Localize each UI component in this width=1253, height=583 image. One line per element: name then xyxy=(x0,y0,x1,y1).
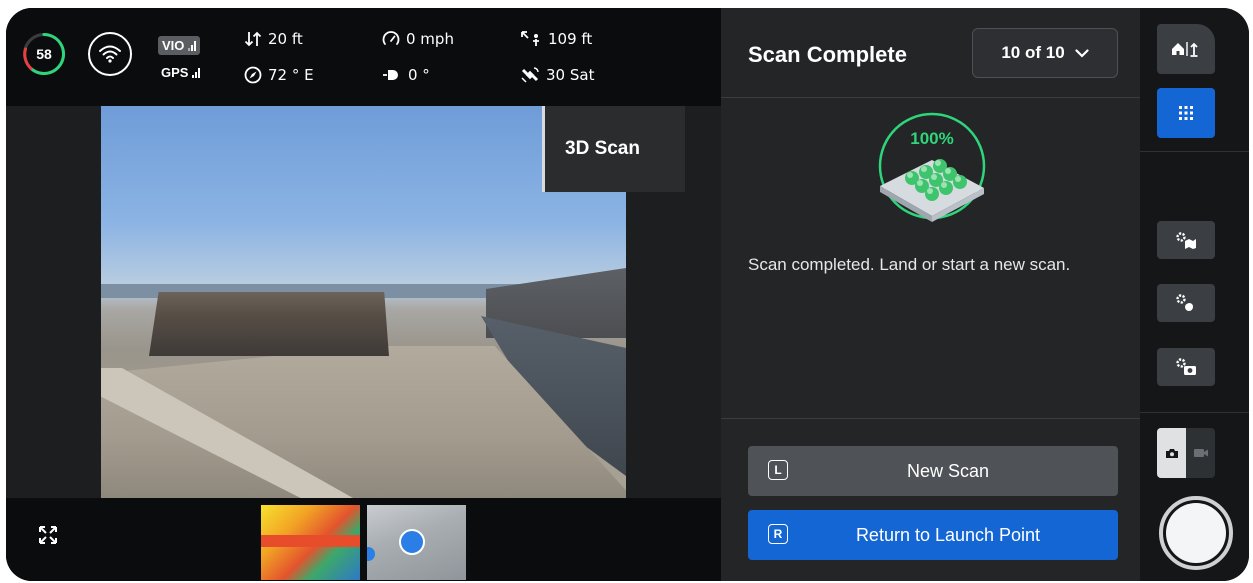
settings-map-icon xyxy=(1176,232,1196,249)
vio-status: VIO xyxy=(158,36,201,55)
photo-mode-option[interactable] xyxy=(1157,428,1186,478)
drone-position-marker xyxy=(399,529,425,555)
map-settings-button[interactable] xyxy=(1157,221,1215,259)
satellite-value: 30 Sat xyxy=(546,66,595,84)
camera-view: 58 VIO GPS 20 ft 0 mph 109 ft 72 ° E 0 °… xyxy=(6,8,721,581)
distance-readout: 109 ft xyxy=(520,30,592,48)
satellite-icon xyxy=(521,67,539,83)
shutter-inner xyxy=(1166,503,1226,563)
altitude-value: 20 ft xyxy=(268,30,303,48)
thermal-view-thumbnail[interactable] xyxy=(261,505,360,580)
panel-title: Scan Complete xyxy=(748,42,907,67)
capture-mode-toggle[interactable] xyxy=(1157,428,1215,478)
scan-grid-button[interactable] xyxy=(1157,88,1215,138)
compass-icon xyxy=(244,66,262,84)
rail-divider xyxy=(1140,151,1249,152)
progress-label: 100% xyxy=(910,129,953,148)
vio-label: VIO xyxy=(162,38,185,53)
settings-obstacle-icon xyxy=(1176,294,1193,311)
gimbal-value: 0 ° xyxy=(408,66,430,84)
shutter-button[interactable] xyxy=(1159,496,1233,570)
speed-value: 0 mph xyxy=(406,30,454,48)
key-hint-r: R xyxy=(768,524,788,544)
telemetry-bar: 58 VIO GPS 20 ft 0 mph 109 ft 72 ° E 0 °… xyxy=(6,8,721,106)
right-toolbar xyxy=(1140,8,1249,581)
heading-value: 72 ° E xyxy=(268,66,314,84)
signal-bars-icon xyxy=(192,68,201,78)
launch-point-marker xyxy=(367,547,375,561)
return-to-launch-label: Return to Launch Point xyxy=(855,524,1041,545)
home-altitude-button[interactable] xyxy=(1157,24,1215,74)
status-message: Scan completed. Land or start a new scan… xyxy=(748,255,1071,274)
altitude-icon xyxy=(244,31,262,47)
grid-icon xyxy=(1179,106,1193,120)
new-scan-label: New Scan xyxy=(906,460,990,481)
distance-value: 109 ft xyxy=(548,30,593,48)
key-hint-l: L xyxy=(768,460,788,480)
gimbal-icon xyxy=(383,70,398,80)
speed-readout: 0 mph xyxy=(382,30,454,48)
distance-icon xyxy=(521,31,539,46)
signal-bars-icon xyxy=(188,40,197,51)
speedometer-icon xyxy=(382,31,400,45)
mode-label: 3D Scan xyxy=(542,106,685,192)
return-to-launch-button[interactable]: R Return to Launch Point xyxy=(748,510,1118,560)
gimbal-readout: 0 ° xyxy=(382,66,430,84)
altitude-readout: 20 ft xyxy=(244,30,303,48)
scan-counter-dropdown[interactable]: 10 of 10 xyxy=(972,28,1118,78)
scan-panel: Scan Complete 10 of 10 100% Scan complet… xyxy=(721,8,1140,581)
panel-divider xyxy=(721,97,1140,98)
gps-status: GPS xyxy=(161,64,201,82)
scan-complete-illustration: 100% xyxy=(878,112,986,222)
gps-label: GPS xyxy=(161,65,189,80)
rail-divider xyxy=(1140,412,1249,413)
video-warehouse xyxy=(149,292,389,356)
chevron-down-icon xyxy=(1075,48,1089,58)
heading-readout: 72 ° E xyxy=(244,66,314,84)
video-icon xyxy=(1193,449,1208,457)
bottom-bar xyxy=(6,498,721,581)
satellite-readout: 30 Sat xyxy=(520,66,594,84)
map-view-thumbnail[interactable] xyxy=(367,505,466,580)
video-mode-option[interactable] xyxy=(1186,428,1215,478)
camera-settings-button[interactable] xyxy=(1157,348,1215,386)
panel-divider xyxy=(721,418,1140,419)
photo-icon xyxy=(1165,448,1178,458)
battery-indicator[interactable]: 58 xyxy=(22,32,66,76)
expand-icon[interactable] xyxy=(38,525,58,545)
home-altitude-icon xyxy=(1172,42,1198,57)
obstacle-settings-button[interactable] xyxy=(1157,284,1215,322)
scan-counter-value: 10 of 10 xyxy=(1001,43,1065,62)
thermal-band xyxy=(261,535,360,547)
drone-controller-screen: 58 VIO GPS 20 ft 0 mph 109 ft 72 ° E 0 °… xyxy=(6,8,1249,581)
wifi-icon[interactable] xyxy=(88,32,132,76)
settings-camera-icon xyxy=(1176,358,1196,375)
battery-percent: 58 xyxy=(36,46,52,62)
new-scan-button[interactable]: L New Scan xyxy=(748,446,1118,496)
